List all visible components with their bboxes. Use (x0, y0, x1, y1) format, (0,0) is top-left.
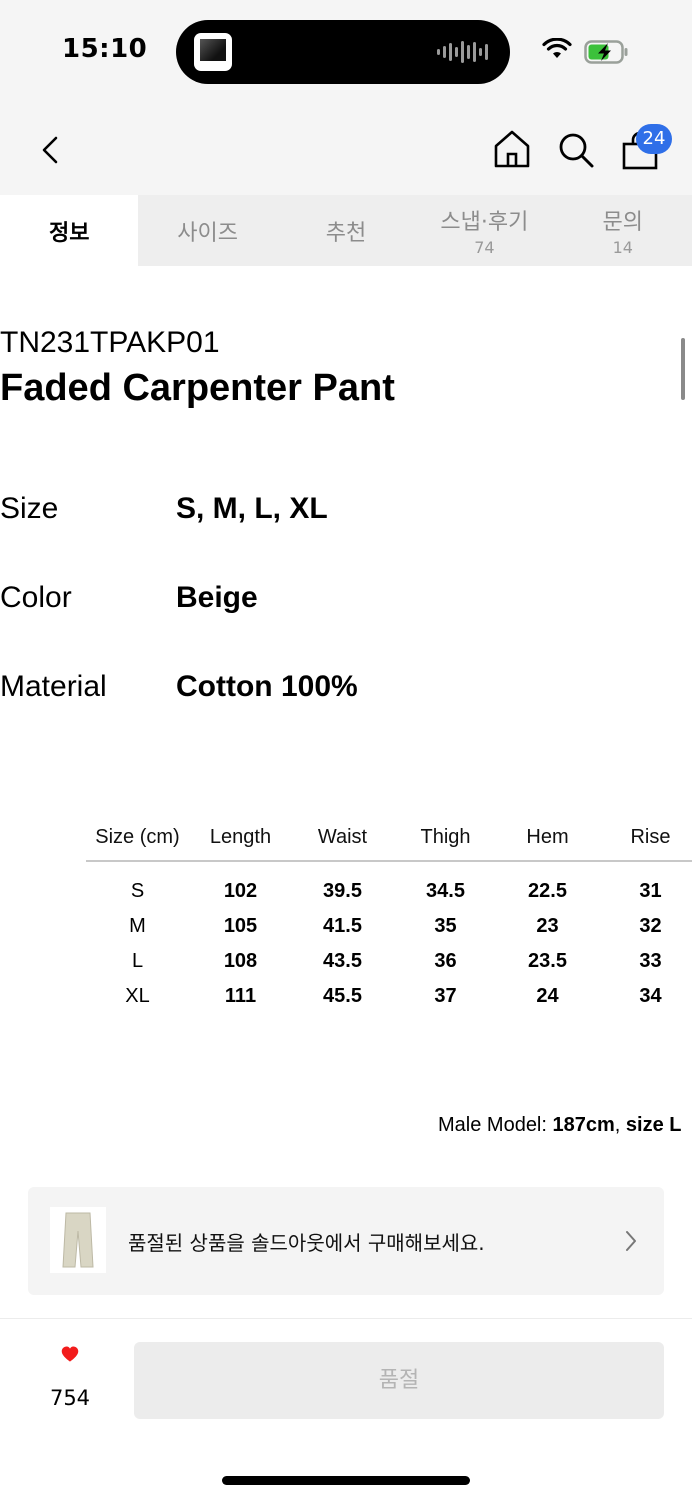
table-cell: XL (125, 985, 150, 1007)
size-chart-table: Size (cm) Length Waist Thigh Hem Rise S … (86, 822, 692, 1014)
status-time: 15:10 (62, 34, 148, 64)
battery-icon (584, 40, 628, 64)
table-cell: 37 (434, 985, 457, 1007)
tab-info[interactable]: 정보 (0, 195, 139, 266)
table-cell: M (129, 915, 146, 937)
table-cell: 34.5 (426, 880, 465, 902)
tab-recommend[interactable]: 추천 (277, 195, 415, 266)
tab-size[interactable]: 사이즈 (138, 195, 276, 266)
table-row: M 105 41.5 35 23 32 (86, 909, 692, 944)
audio-waveform-icon (437, 40, 488, 64)
table-cell: 35 (434, 915, 457, 937)
table-row: XL 111 45.5 37 24 34 (86, 979, 692, 1014)
status-bar: 15:10 (0, 0, 692, 100)
table-cell: S (130, 880, 145, 902)
tab-inquiry[interactable]: 문의 14 (554, 195, 692, 266)
table-cell: 24 (536, 985, 559, 1007)
spec-label-color: Color (0, 581, 72, 614)
wifi-icon (542, 38, 572, 58)
heart-icon[interactable] (40, 1346, 100, 1380)
table-cell: 34 (639, 985, 662, 1007)
tab-label: 정보 (48, 220, 90, 246)
navigation-bar (0, 100, 692, 195)
tab-snap-review[interactable]: 스냅·후기 74 (415, 195, 553, 266)
model-size: size L (625, 1114, 682, 1136)
now-playing-thumbnail (194, 33, 232, 71)
column-header: Rise (630, 826, 671, 848)
dynamic-island (176, 20, 510, 84)
like-count: 754 (49, 1386, 91, 1410)
table-cell: 36 (434, 950, 457, 972)
column-header: Hem (526, 826, 569, 848)
table-cell: 105 (223, 915, 258, 937)
soldout-banner-text: 품절된 상품을 솔드아웃에서 구매해보세요. (128, 1231, 485, 1255)
chevron-right-icon (626, 1231, 636, 1251)
tab-label: 문의 (602, 210, 643, 235)
model-note-prefix: Male Model: (438, 1114, 553, 1136)
column-header: Length (209, 826, 272, 848)
table-cell: 33 (639, 950, 662, 972)
table-cell: 23.5 (528, 950, 567, 972)
buy-button-soldout[interactable]: 품절 (134, 1342, 664, 1419)
column-header: Size (cm) (95, 826, 180, 848)
column-header: Waist (317, 826, 368, 848)
table-cell: 45.5 (323, 985, 362, 1007)
table-cell: 43.5 (323, 950, 362, 972)
soldout-resale-banner[interactable]: 품절된 상품을 솔드아웃에서 구매해보세요. (28, 1187, 664, 1295)
home-indicator[interactable] (222, 1476, 470, 1485)
back-arrow-icon[interactable] (34, 130, 68, 170)
table-row: L 108 43.5 36 23.5 33 (86, 944, 692, 979)
search-icon[interactable] (556, 130, 596, 170)
spec-value-size: S, M, L, XL (176, 492, 328, 525)
model-height: 187cm (552, 1114, 615, 1136)
tab-label: 스냅·후기 (440, 210, 529, 235)
model-info-note: Male Model: 187cm, size L (438, 1114, 681, 1137)
product-code: TN231TPAKP01 (0, 326, 220, 359)
table-cell: 102 (223, 880, 258, 902)
tab-count: 74 (474, 238, 495, 257)
product-thumbnail (50, 1207, 106, 1273)
spec-value-material: Cotton 100% (176, 670, 358, 703)
tab-label: 사이즈 (177, 220, 238, 246)
table-cell: 31 (639, 880, 662, 902)
tab-count: 14 (612, 238, 633, 257)
table-cell: 111 (224, 985, 257, 1007)
table-cell: 22.5 (528, 880, 567, 902)
table-cell: 41.5 (323, 915, 362, 937)
scrollbar[interactable] (681, 338, 685, 400)
spec-label-material: Material (0, 670, 107, 703)
divider (0, 1318, 692, 1319)
product-name: Faded Carpenter Pant (0, 367, 395, 409)
column-header: Thigh (420, 826, 471, 848)
table-cell: L (131, 950, 144, 972)
table-cell: 32 (639, 915, 662, 937)
table-row: S 102 39.5 34.5 22.5 31 (86, 874, 692, 909)
table-cell: 108 (223, 950, 258, 972)
spec-value-color: Beige (176, 581, 258, 614)
table-cell: 23 (536, 915, 559, 937)
home-icon[interactable] (492, 128, 532, 170)
tab-label: 추천 (325, 220, 367, 246)
spec-label-size: Size (0, 492, 59, 525)
table-cell: 39.5 (323, 880, 362, 902)
model-note-separator: , (614, 1114, 626, 1136)
product-tabs: 정보 사이즈 추천 스냅·후기 74 문의 14 (0, 195, 692, 266)
size-table-header: Size (cm) Length Waist Thigh Hem Rise (86, 822, 692, 862)
cart-count-badge: 24 (636, 124, 672, 154)
